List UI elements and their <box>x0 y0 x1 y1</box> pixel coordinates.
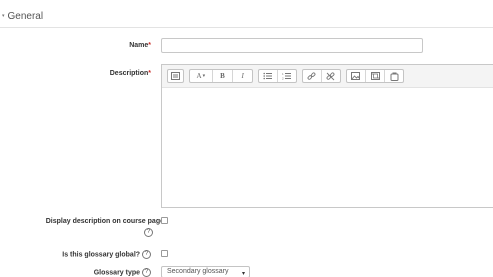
unlink-icon <box>326 71 335 80</box>
ordered-list-icon: 12 <box>282 72 292 81</box>
unlink-button[interactable] <box>322 70 341 82</box>
section-header-general[interactable]: ▾ General <box>0 8 43 24</box>
glossary-type-selected-value: Secondary glossary <box>167 268 229 275</box>
paragraph-styles-button[interactable]: A ▾ <box>190 70 212 82</box>
insert-media-button[interactable] <box>366 70 385 82</box>
collapse-toolbar-icon[interactable] <box>168 70 183 82</box>
description-editor-body[interactable] <box>162 88 493 207</box>
description-label-text: Description <box>109 70 149 77</box>
name-label-text: Name <box>129 42 149 49</box>
dropdown-caret-icon: ▾ <box>202 73 206 79</box>
form-page: ▾ General Name* Description* A ▾ B I 1 2… <box>0 0 493 277</box>
section-divider <box>0 27 493 28</box>
italic-button[interactable]: I <box>233 70 252 82</box>
toolbar-group-links <box>302 69 341 83</box>
is-global-label: Is this glossary global? ? <box>62 250 151 259</box>
required-marker: * <box>148 42 151 49</box>
description-label: Description* <box>110 69 151 78</box>
required-marker: * <box>148 70 151 77</box>
name-input[interactable] <box>161 38 423 53</box>
description-editor: A ▾ B I 12 <box>161 64 493 208</box>
help-icon[interactable]: ? <box>144 228 153 237</box>
toolbar-group-style: A ▾ B I <box>189 69 253 83</box>
glossary-type-label-text: Glossary type <box>93 269 141 277</box>
chevron-down-icon: ▾ <box>241 271 245 277</box>
section-title[interactable]: General <box>8 11 44 22</box>
insert-image-button[interactable] <box>347 70 365 82</box>
font-style-icon: A <box>196 72 202 80</box>
toolbar-group-lists: 12 <box>258 69 297 83</box>
display-description-checkbox[interactable] <box>161 217 168 224</box>
glossary-type-label: Glossary type ? <box>94 268 151 277</box>
media-icon <box>370 72 380 80</box>
italic-icon: I <box>241 72 244 80</box>
unordered-list-icon <box>263 72 273 80</box>
unordered-list-button[interactable] <box>259 70 277 82</box>
collapse-toggle-icon[interactable]: ▾ <box>2 13 5 19</box>
help-icon[interactable]: ? <box>142 250 151 259</box>
link-icon <box>307 71 316 80</box>
svg-text:1: 1 <box>282 72 284 76</box>
is-global-checkbox[interactable] <box>161 250 168 257</box>
name-label: Name* <box>129 41 151 50</box>
link-button[interactable] <box>303 70 321 82</box>
is-global-label-text: Is this glossary global? <box>62 251 141 259</box>
svg-text:2: 2 <box>282 77 284 81</box>
ordered-list-button[interactable]: 12 <box>278 70 297 82</box>
toolbar-group-collapse <box>167 69 184 83</box>
bold-icon: B <box>220 72 225 80</box>
toolbar-group-media <box>346 69 404 83</box>
image-icon <box>351 72 361 80</box>
glossary-type-select[interactable]: Secondary glossary ▾ <box>161 266 250 277</box>
display-description-label: Display description on course page <box>45 218 164 225</box>
help-icon[interactable]: ? <box>142 268 151 277</box>
editor-toolbar: A ▾ B I 12 <box>162 65 493 88</box>
manage-files-icon <box>390 72 399 81</box>
manage-files-button[interactable] <box>385 70 403 82</box>
bold-button[interactable]: B <box>213 70 233 82</box>
